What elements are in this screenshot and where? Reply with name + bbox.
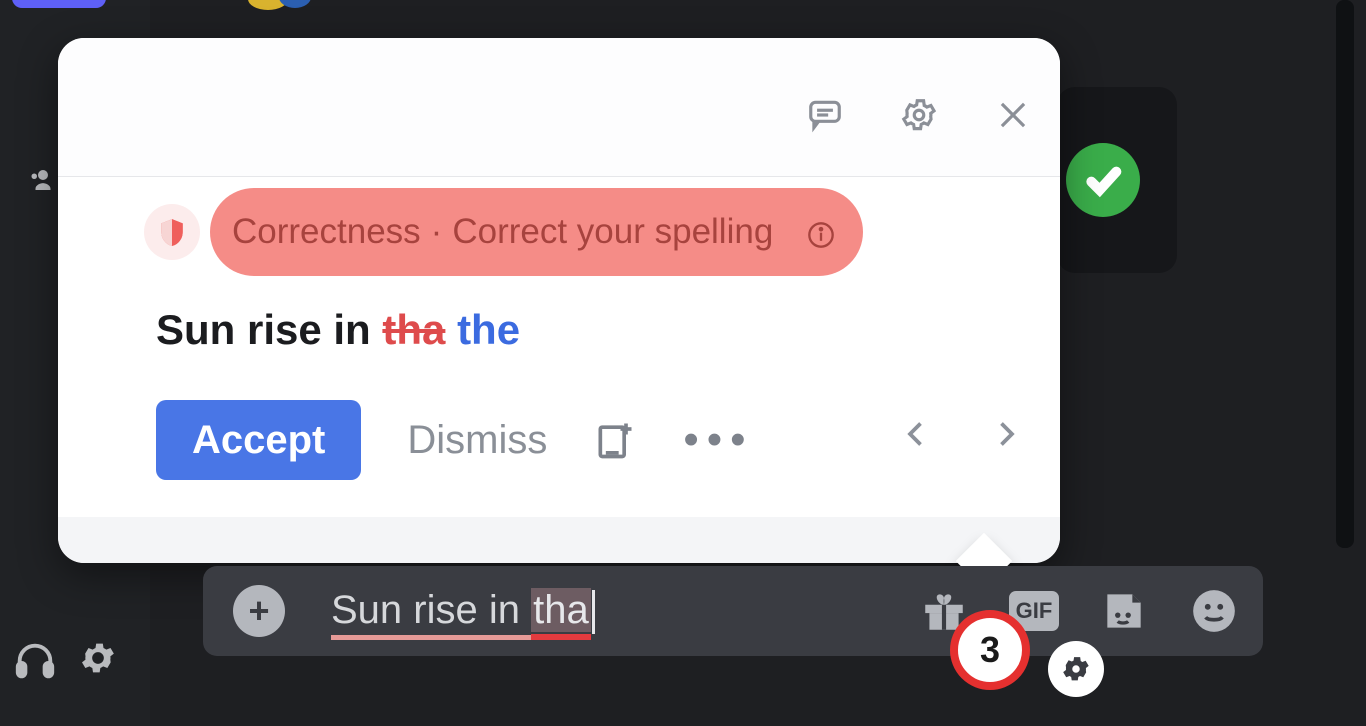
separator: · (431, 212, 443, 252)
suggestion-category-chip[interactable]: Correctness · Correct your spelling (210, 188, 863, 276)
scrollbar[interactable] (1336, 0, 1354, 548)
message-input[interactable]: Sun rise in tha (331, 588, 595, 634)
settings-icon[interactable] (900, 96, 938, 134)
active-server-pill (12, 0, 106, 8)
emoji-icon[interactable] (1189, 586, 1239, 636)
category-label: Correctness (232, 212, 421, 252)
close-icon[interactable] (994, 96, 1032, 134)
category-hint: Correct your spelling (452, 212, 773, 252)
grammarly-badge[interactable]: 3 (950, 610, 1030, 690)
wrong-word: tha (382, 306, 445, 353)
sentence-prefix: Sun rise in (156, 306, 382, 353)
grammarly-count: 3 (980, 629, 1000, 671)
message-input-bar: + Sun rise in tha GIF (203, 566, 1263, 656)
avatar-partial (279, 0, 311, 8)
popup-topbar (58, 38, 1060, 177)
grammarly-suggestion-popup: Correctness · Correct your spelling Sun … (58, 38, 1060, 563)
members-icon[interactable] (28, 165, 58, 189)
shield-icon (144, 204, 200, 260)
headphones-icon[interactable] (12, 638, 58, 689)
add-attachment-button[interactable]: + (233, 585, 285, 637)
add-to-dictionary-icon[interactable] (593, 418, 637, 462)
grammarly-settings-button[interactable] (1048, 641, 1104, 697)
suggestion-sentence: Sun rise in tha the (156, 306, 520, 354)
success-check-icon (1066, 143, 1140, 217)
next-suggestion-icon[interactable] (988, 416, 1024, 452)
suggested-word: the (457, 306, 520, 353)
dismiss-button[interactable]: Dismiss (407, 418, 547, 463)
sticker-icon[interactable] (1099, 586, 1149, 636)
text-cursor (592, 590, 595, 634)
prev-suggestion-icon[interactable] (898, 416, 934, 452)
user-settings-icon[interactable] (78, 638, 118, 683)
accept-button[interactable]: Accept (156, 400, 361, 480)
popup-footer (58, 517, 1060, 563)
feedback-icon[interactable] (806, 96, 844, 134)
input-text: Sun rise in (331, 588, 531, 632)
input-error-word: tha (531, 588, 591, 632)
info-icon[interactable] (807, 218, 835, 246)
